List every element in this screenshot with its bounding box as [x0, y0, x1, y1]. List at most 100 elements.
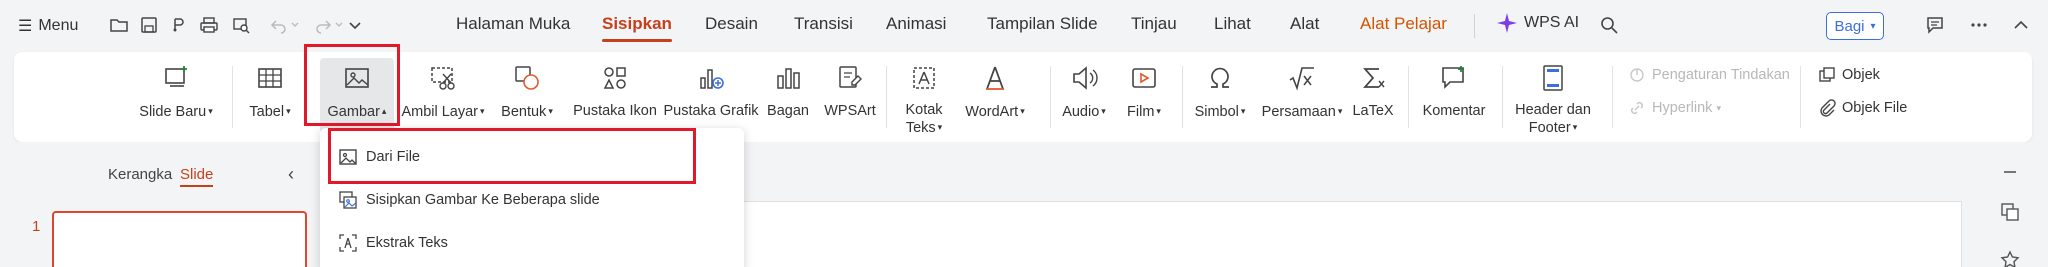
- tab-halaman-muka[interactable]: Halaman Muka: [456, 14, 570, 34]
- new-slide-icon: [160, 62, 192, 94]
- video-button[interactable]: Film ▾: [1120, 62, 1168, 121]
- top-menu-bar: ☰ Menu Halaman Muka Sisipkan Desain Tran…: [0, 0, 2048, 52]
- scissors-icon: [427, 62, 459, 94]
- table-icon: [254, 62, 286, 94]
- comment-label: Komentar: [1422, 103, 1486, 119]
- main-menu-label: Menu: [38, 17, 79, 34]
- chevron-down-icon: ▾: [1870, 20, 1876, 32]
- comment-icon[interactable]: [1922, 12, 1948, 38]
- text-box-icon: [908, 62, 940, 94]
- collapse-panel-icon[interactable]: ‹: [288, 164, 294, 185]
- tab-tinjau[interactable]: Tinjau: [1131, 14, 1177, 34]
- divider: [1800, 66, 1801, 128]
- slide-thumbnail[interactable]: [52, 211, 307, 267]
- picture-icon: [341, 62, 373, 94]
- wpsart-button[interactable]: WPSArt: [820, 62, 880, 120]
- object-button[interactable]: Objek: [1818, 66, 1880, 84]
- object-file-button[interactable]: Objek File: [1818, 99, 1907, 117]
- from-file-menu-item[interactable]: Dari File: [338, 147, 420, 167]
- customize-toolbar-chevron-icon[interactable]: [342, 12, 368, 38]
- print-preview-icon[interactable]: [228, 12, 254, 38]
- multi-window-icon[interactable]: [1998, 200, 2022, 224]
- equation-label: Persamaan: [1261, 104, 1336, 120]
- text-box-label-1: Kotak: [905, 102, 943, 118]
- shapes-button[interactable]: Bentuk ▾: [498, 62, 556, 121]
- share-button[interactable]: Bagi ▾: [1826, 12, 1884, 40]
- extract-text-label: Ekstrak Teks: [366, 235, 448, 251]
- search-icon[interactable]: [1596, 12, 1622, 38]
- chart-library-icon: [695, 62, 727, 94]
- star-icon[interactable]: [1998, 248, 2022, 267]
- chart-library-button[interactable]: Pustaka Grafik: [663, 62, 759, 120]
- insert-to-multiple-slides-menu-item[interactable]: Sisipkan Gambar Ke Beberapa slide: [338, 190, 600, 210]
- save-icon[interactable]: [136, 12, 162, 38]
- hyperlink-label: Hyperlink: [1652, 100, 1713, 116]
- action-settings-button[interactable]: Pengaturan Tindakan: [1628, 66, 1790, 84]
- hyperlink-button[interactable]: Hyperlink ▾: [1628, 99, 1721, 117]
- symbol-label: Simbol: [1194, 104, 1239, 120]
- tab-transisi[interactable]: Transisi: [794, 14, 853, 34]
- tab-outline[interactable]: Kerangka: [108, 166, 172, 183]
- text-box-button[interactable]: Kotak Teks ▾: [898, 62, 950, 137]
- ocr-icon: [339, 234, 357, 252]
- from-file-label: Dari File: [366, 149, 420, 165]
- wordart-icon: [979, 62, 1011, 94]
- screenshot-button[interactable]: Ambil Layar ▾: [401, 62, 485, 121]
- chart-library-label: Pustaka Grafik: [663, 103, 759, 119]
- table-label: Tabel: [249, 104, 285, 120]
- speaker-icon: [1068, 62, 1100, 94]
- open-folder-icon[interactable]: [106, 12, 132, 38]
- extract-text-menu-item[interactable]: Ekstrak Teks: [338, 233, 448, 253]
- header-footer-button[interactable]: Header dan Footer ▾: [1508, 62, 1598, 137]
- wpsart-label: WPSArt: [824, 103, 876, 119]
- object-label: Objek: [1842, 67, 1880, 83]
- divider: [1050, 66, 1051, 128]
- print-icon[interactable]: [196, 12, 222, 38]
- video-icon: [1128, 62, 1160, 94]
- main-menu-button[interactable]: ☰ Menu: [18, 14, 78, 38]
- hamburger-icon: ☰: [18, 18, 33, 35]
- picture-label: Gambar: [327, 104, 380, 120]
- minimize-pane-icon[interactable]: [1998, 160, 2022, 184]
- divider: [1408, 66, 1409, 128]
- comment-button[interactable]: Komentar: [1418, 62, 1490, 120]
- symbol-button[interactable]: Simbol ▾: [1188, 62, 1252, 121]
- wordart-button[interactable]: WordArt ▾: [954, 62, 1036, 121]
- slide-canvas[interactable]: [740, 201, 1962, 267]
- tab-tampilan-slide[interactable]: Tampilan Slide: [987, 14, 1098, 34]
- tab-animasi[interactable]: Animasi: [886, 14, 946, 34]
- header-footer-label-1: Header dan: [1515, 102, 1591, 118]
- wordart-label: WordArt: [965, 104, 1019, 120]
- tab-sisipkan[interactable]: Sisipkan: [602, 14, 672, 42]
- action-settings-label: Pengaturan Tindakan: [1652, 67, 1790, 83]
- wps-ai-label: WPS AI: [1524, 14, 1580, 31]
- new-slide-button[interactable]: Slide Baru ▾: [139, 62, 213, 121]
- divider: [886, 66, 887, 128]
- icon-library-button[interactable]: Pustaka Ikon: [572, 62, 658, 120]
- text-box-label-2: Teks: [905, 120, 936, 136]
- tab-alat[interactable]: Alat: [1290, 14, 1319, 34]
- equation-button[interactable]: Persamaan ▾: [1258, 62, 1346, 121]
- undo-dropdown-icon[interactable]: [288, 12, 302, 38]
- shapes-icon: [511, 62, 543, 94]
- chart-button[interactable]: Bagan: [766, 62, 810, 120]
- tab-alat-pelajar[interactable]: Alat Pelajar: [1360, 14, 1447, 34]
- export-pdf-icon[interactable]: [166, 12, 192, 38]
- tab-lihat[interactable]: Lihat: [1214, 14, 1251, 34]
- audio-button[interactable]: Audio ▾: [1054, 62, 1114, 121]
- tab-desain[interactable]: Desain: [705, 14, 758, 34]
- share-label: Bagi: [1834, 17, 1865, 35]
- bar-chart-icon: [772, 62, 804, 94]
- collapse-ribbon-icon[interactable]: [2008, 12, 2034, 38]
- picture-button[interactable]: Gambar ▴: [320, 58, 394, 134]
- wps-ai-button[interactable]: WPS AI: [1496, 12, 1579, 34]
- more-options-icon[interactable]: [1966, 12, 1992, 38]
- audio-label: Audio: [1062, 104, 1100, 120]
- new-slide-label: Slide Baru: [139, 104, 207, 120]
- table-button[interactable]: Tabel ▾: [248, 62, 292, 121]
- latex-button[interactable]: LaTeX: [1350, 62, 1396, 120]
- header-footer-icon: [1537, 62, 1569, 94]
- attachment-icon: [1820, 99, 1836, 117]
- tab-slides[interactable]: Slide: [180, 166, 214, 187]
- image-file-icon: [339, 149, 357, 165]
